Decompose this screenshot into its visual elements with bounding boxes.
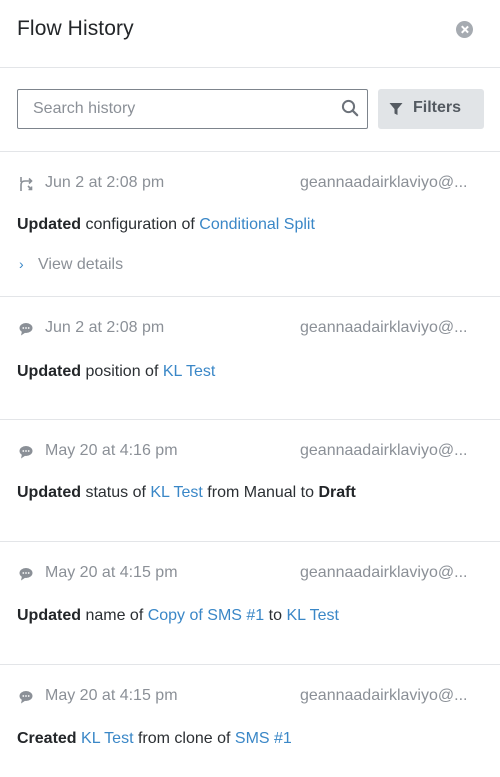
entry-text: status of	[81, 484, 151, 501]
message-icon	[19, 568, 33, 581]
entry-timestamp: May 20 at 4:16 pm	[45, 442, 178, 459]
entry-text: name of	[81, 607, 148, 624]
entry-text: from Manual to	[202, 484, 319, 501]
entry-link[interactable]: KL Test	[150, 484, 202, 501]
flow-history-panel: Flow History Filters Jun 2 at 2:08 pm ge…	[0, 0, 500, 777]
entry-text: position of	[81, 363, 163, 380]
message-icon	[19, 446, 33, 459]
entry-timestamp: May 20 at 4:15 pm	[45, 687, 178, 704]
entry-action: Updated	[17, 484, 81, 501]
filters-label: Filters	[413, 99, 462, 116]
history-entry: Jun 2 at 2:08 pm geannaadairklaviyo@... …	[0, 152, 500, 297]
close-icon[interactable]	[456, 21, 473, 38]
history-entry: May 20 at 4:15 pm geannaadairklaviyo@...…	[0, 542, 500, 665]
entry-description: Updated configuration of Conditional Spl…	[17, 216, 315, 234]
entry-timestamp: Jun 2 at 2:08 pm	[45, 319, 165, 336]
search-input[interactable]	[18, 90, 338, 128]
entry-action: Updated	[17, 607, 81, 624]
panel-header: Flow History	[0, 0, 500, 68]
history-entry: May 20 at 4:15 pm geannaadairklaviyo@...…	[0, 665, 500, 777]
entry-link[interactable]: KL Test	[81, 730, 133, 747]
search-icon[interactable]	[341, 99, 359, 117]
search-toolbar: Filters	[0, 68, 500, 152]
history-entry: May 20 at 4:16 pm geannaadairklaviyo@...…	[0, 420, 500, 542]
view-details-label: View details	[38, 256, 124, 273]
entry-description: Updated name of Copy of SMS #1 to KL Tes…	[17, 607, 339, 625]
history-entry: Jun 2 at 2:08 pm geannaadairklaviyo@... …	[0, 297, 500, 420]
entry-link[interactable]: Copy of SMS #1	[148, 607, 265, 624]
entry-link[interactable]: KL Test	[286, 607, 338, 624]
message-icon	[19, 323, 33, 336]
entry-description: Updated status of KL Test from Manual to…	[17, 484, 356, 502]
entry-timestamp: May 20 at 4:15 pm	[45, 564, 178, 581]
view-details-toggle[interactable]: › View details	[19, 256, 123, 274]
search-box	[17, 89, 368, 129]
entry-timestamp: Jun 2 at 2:08 pm	[45, 174, 165, 191]
entry-link[interactable]: KL Test	[163, 363, 215, 380]
entry-user: geannaadairklaviyo@...	[300, 174, 468, 191]
entry-status: Draft	[318, 484, 356, 501]
entry-text: configuration of	[81, 216, 200, 233]
message-icon	[19, 691, 33, 704]
entry-link[interactable]: SMS #1	[235, 730, 292, 747]
panel-title: Flow History	[17, 17, 134, 40]
entry-action: Updated	[17, 363, 81, 380]
entry-user: geannaadairklaviyo@...	[300, 442, 468, 459]
entry-text: from clone of	[133, 730, 235, 747]
entry-text: to	[264, 607, 287, 624]
filter-icon	[389, 103, 403, 115]
entry-description: Updated position of KL Test	[17, 363, 215, 381]
entry-description: Created KL Test from clone of SMS #1	[17, 730, 292, 748]
entry-link[interactable]: Conditional Split	[199, 216, 315, 233]
entry-user: geannaadairklaviyo@...	[300, 687, 468, 704]
filters-button[interactable]: Filters	[378, 89, 484, 129]
entry-user: geannaadairklaviyo@...	[300, 564, 468, 581]
entry-user: geannaadairklaviyo@...	[300, 319, 468, 336]
split-icon	[20, 177, 33, 191]
entry-action: Updated	[17, 216, 81, 233]
chevron-right-icon: ›	[19, 256, 24, 272]
entry-action: Created	[17, 730, 77, 747]
